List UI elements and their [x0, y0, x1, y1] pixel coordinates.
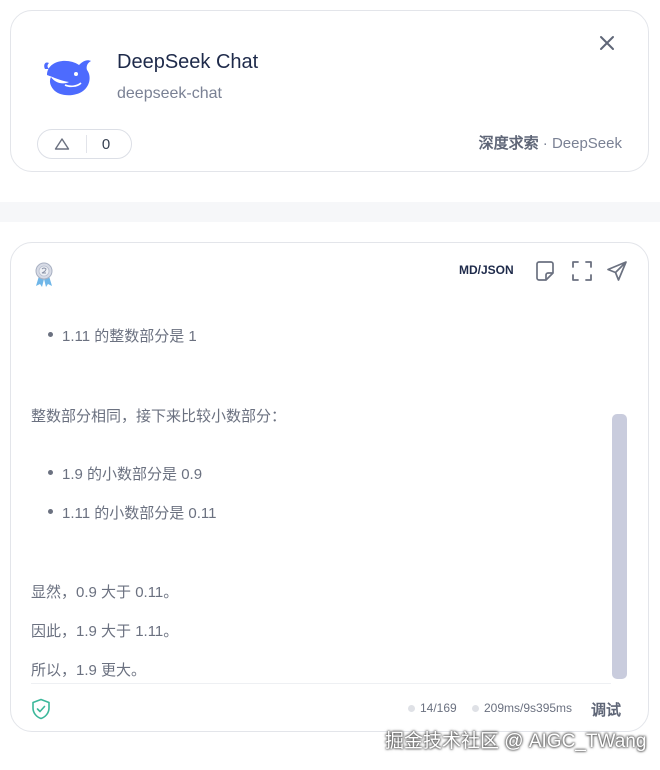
- status-dot: [472, 704, 479, 712]
- provider-label: 深度求索 · DeepSeek: [479, 132, 622, 153]
- model-name: DeepSeek Chat: [117, 51, 259, 73]
- content-divider: [31, 683, 611, 684]
- paragraph: 所以，1.9 更大。: [31, 662, 147, 679]
- status-dot: [408, 704, 415, 712]
- close-icon[interactable]: [595, 31, 619, 55]
- provider-en: DeepSeek: [551, 135, 622, 152]
- token-count: 14/169: [420, 701, 457, 715]
- provider-cn: 深度求索: [478, 135, 539, 152]
- model-id: deepseek-chat: [117, 85, 222, 102]
- paragraph: 显然，0.9 大于 0.11。: [31, 584, 179, 601]
- format-toggle-button[interactable]: MD/JSON: [459, 263, 514, 277]
- paragraph: 整数部分相同，接下来比较小数部分：: [31, 408, 287, 425]
- list-item: 1.11 的整数部分是 1: [48, 325, 197, 346]
- send-icon[interactable]: [605, 259, 629, 283]
- shield-check-icon: [32, 698, 50, 720]
- token-stat: 14/169: [408, 701, 457, 715]
- vote-widget: 0: [37, 129, 132, 159]
- list-item: 1.11 的小数部分是 0.11: [48, 502, 217, 523]
- response-content: 1.11 的整数部分是 1 整数部分相同，接下来比较小数部分： 1.9 的小数部…: [31, 303, 611, 681]
- medal-icon: [35, 262, 53, 287]
- vote-count: 0: [101, 135, 111, 153]
- scrollbar-thumb[interactable]: [612, 414, 627, 679]
- fullscreen-icon[interactable]: [570, 259, 594, 283]
- thumb-up-icon: [54, 138, 70, 150]
- provider-sep: ·: [538, 135, 552, 152]
- section-divider: [0, 202, 660, 222]
- deepseek-whale-logo: [44, 60, 91, 96]
- timing-value: 209ms/9s395ms: [484, 701, 573, 715]
- model-card: DeepSeek Chat deepseek-chat 0 深度求索 · Dee…: [10, 10, 649, 172]
- list-item: 1.9 的小数部分是 0.9: [47, 463, 202, 484]
- response-card: MD/JSON 1.11 的整数部分是 1 整数部分相同，接下来比较小数部分： …: [10, 242, 649, 732]
- upvote-button[interactable]: [38, 130, 86, 158]
- debug-button[interactable]: 调试: [591, 699, 621, 720]
- copy-icon[interactable]: [533, 259, 557, 283]
- watermark: 掘金技术社区 @ AIGC_TWang: [385, 731, 647, 752]
- timing-stat: 209ms/9s395ms: [472, 701, 572, 715]
- paragraph: 因此，1.9 大于 1.11。: [31, 623, 179, 640]
